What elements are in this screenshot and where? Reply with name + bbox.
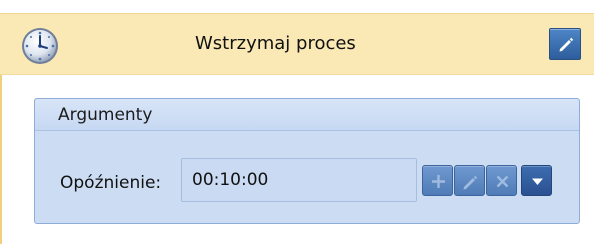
delay-label: Opóźnienie: bbox=[60, 173, 162, 193]
activity-title: Wstrzymaj proces bbox=[195, 33, 356, 54]
arguments-group-header: Argumenty bbox=[35, 99, 579, 131]
arguments-group: Argumenty Opóźnienie: bbox=[34, 98, 580, 224]
activity-header: Wstrzymaj proces bbox=[0, 13, 594, 75]
pencil-icon bbox=[463, 175, 478, 190]
edit-activity-button[interactable] bbox=[549, 28, 581, 60]
remove-argument-button[interactable] bbox=[486, 165, 517, 196]
arguments-header-divider bbox=[35, 130, 579, 131]
activity-card: Wstrzymaj proces Argumenty Opóźnienie: bbox=[0, 0, 594, 244]
arguments-group-title: Argumenty bbox=[58, 105, 153, 125]
x-icon bbox=[496, 175, 509, 188]
plus-icon bbox=[432, 175, 445, 188]
edit-argument-button[interactable] bbox=[454, 165, 485, 196]
add-argument-button[interactable] bbox=[422, 165, 453, 196]
argument-menu-button[interactable] bbox=[521, 165, 552, 196]
chevron-down-icon bbox=[532, 178, 543, 185]
activity-left-border bbox=[0, 75, 2, 244]
pencil-icon bbox=[559, 37, 574, 52]
clock-icon bbox=[22, 28, 58, 64]
delay-input[interactable] bbox=[181, 158, 417, 202]
